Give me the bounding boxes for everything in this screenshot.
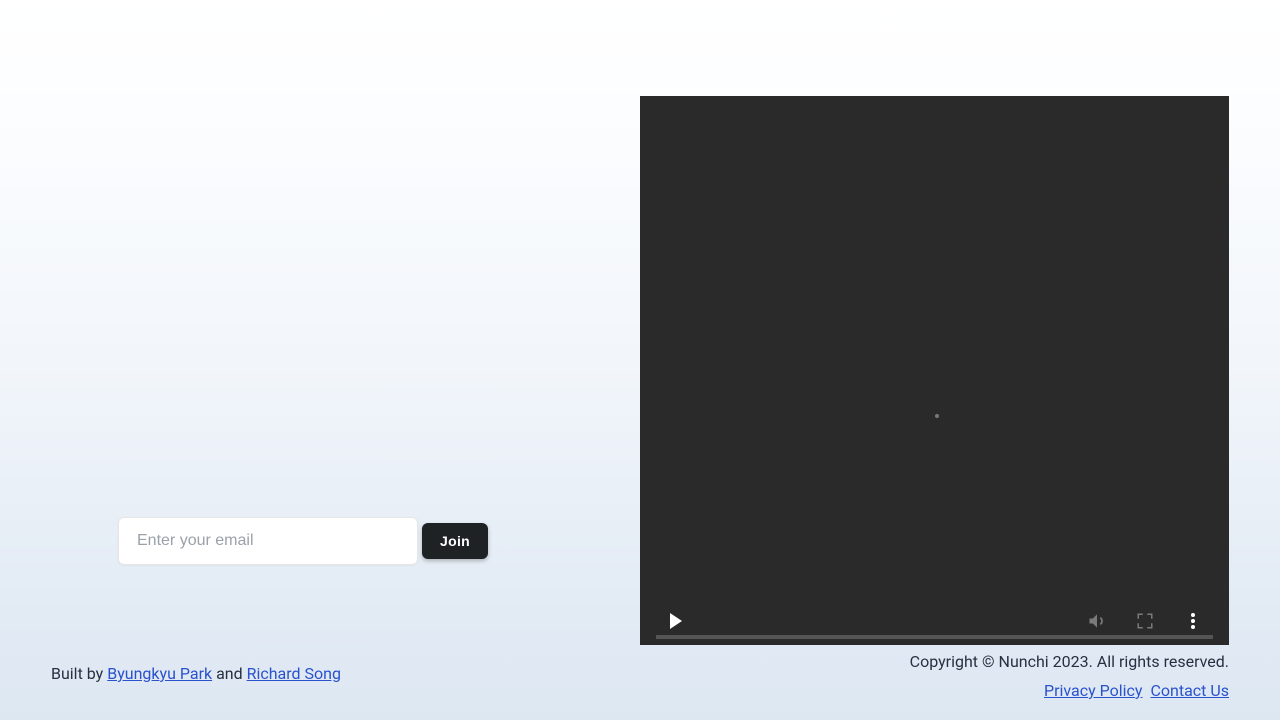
fullscreen-icon[interactable] bbox=[1133, 609, 1157, 633]
email-field[interactable] bbox=[118, 517, 418, 565]
privacy-policy-link[interactable]: Privacy Policy bbox=[1044, 681, 1143, 700]
video-progress-bar[interactable] bbox=[656, 635, 1213, 639]
contact-us-link[interactable]: Contact Us bbox=[1150, 681, 1229, 700]
connector-text: and bbox=[212, 664, 247, 683]
video-loading-dot bbox=[935, 414, 939, 418]
copyright-text: Copyright © Nunchi 2023. All rights rese… bbox=[910, 652, 1229, 671]
play-icon[interactable] bbox=[664, 609, 688, 633]
author-link-2[interactable]: Richard Song bbox=[247, 664, 341, 683]
more-icon[interactable] bbox=[1181, 609, 1205, 633]
built-by-prefix: Built by bbox=[51, 664, 107, 683]
email-signup-form: Join bbox=[118, 517, 488, 565]
video-controls-bar bbox=[640, 597, 1229, 645]
author-link-1[interactable]: Byungkyu Park bbox=[107, 664, 212, 683]
volume-icon[interactable] bbox=[1085, 609, 1109, 633]
footer-credits: Built by Byungkyu Park and Richard Song bbox=[51, 664, 341, 683]
footer-legal: Copyright © Nunchi 2023. All rights rese… bbox=[910, 652, 1229, 700]
join-button[interactable]: Join bbox=[422, 523, 488, 559]
video-player[interactable] bbox=[640, 96, 1229, 645]
